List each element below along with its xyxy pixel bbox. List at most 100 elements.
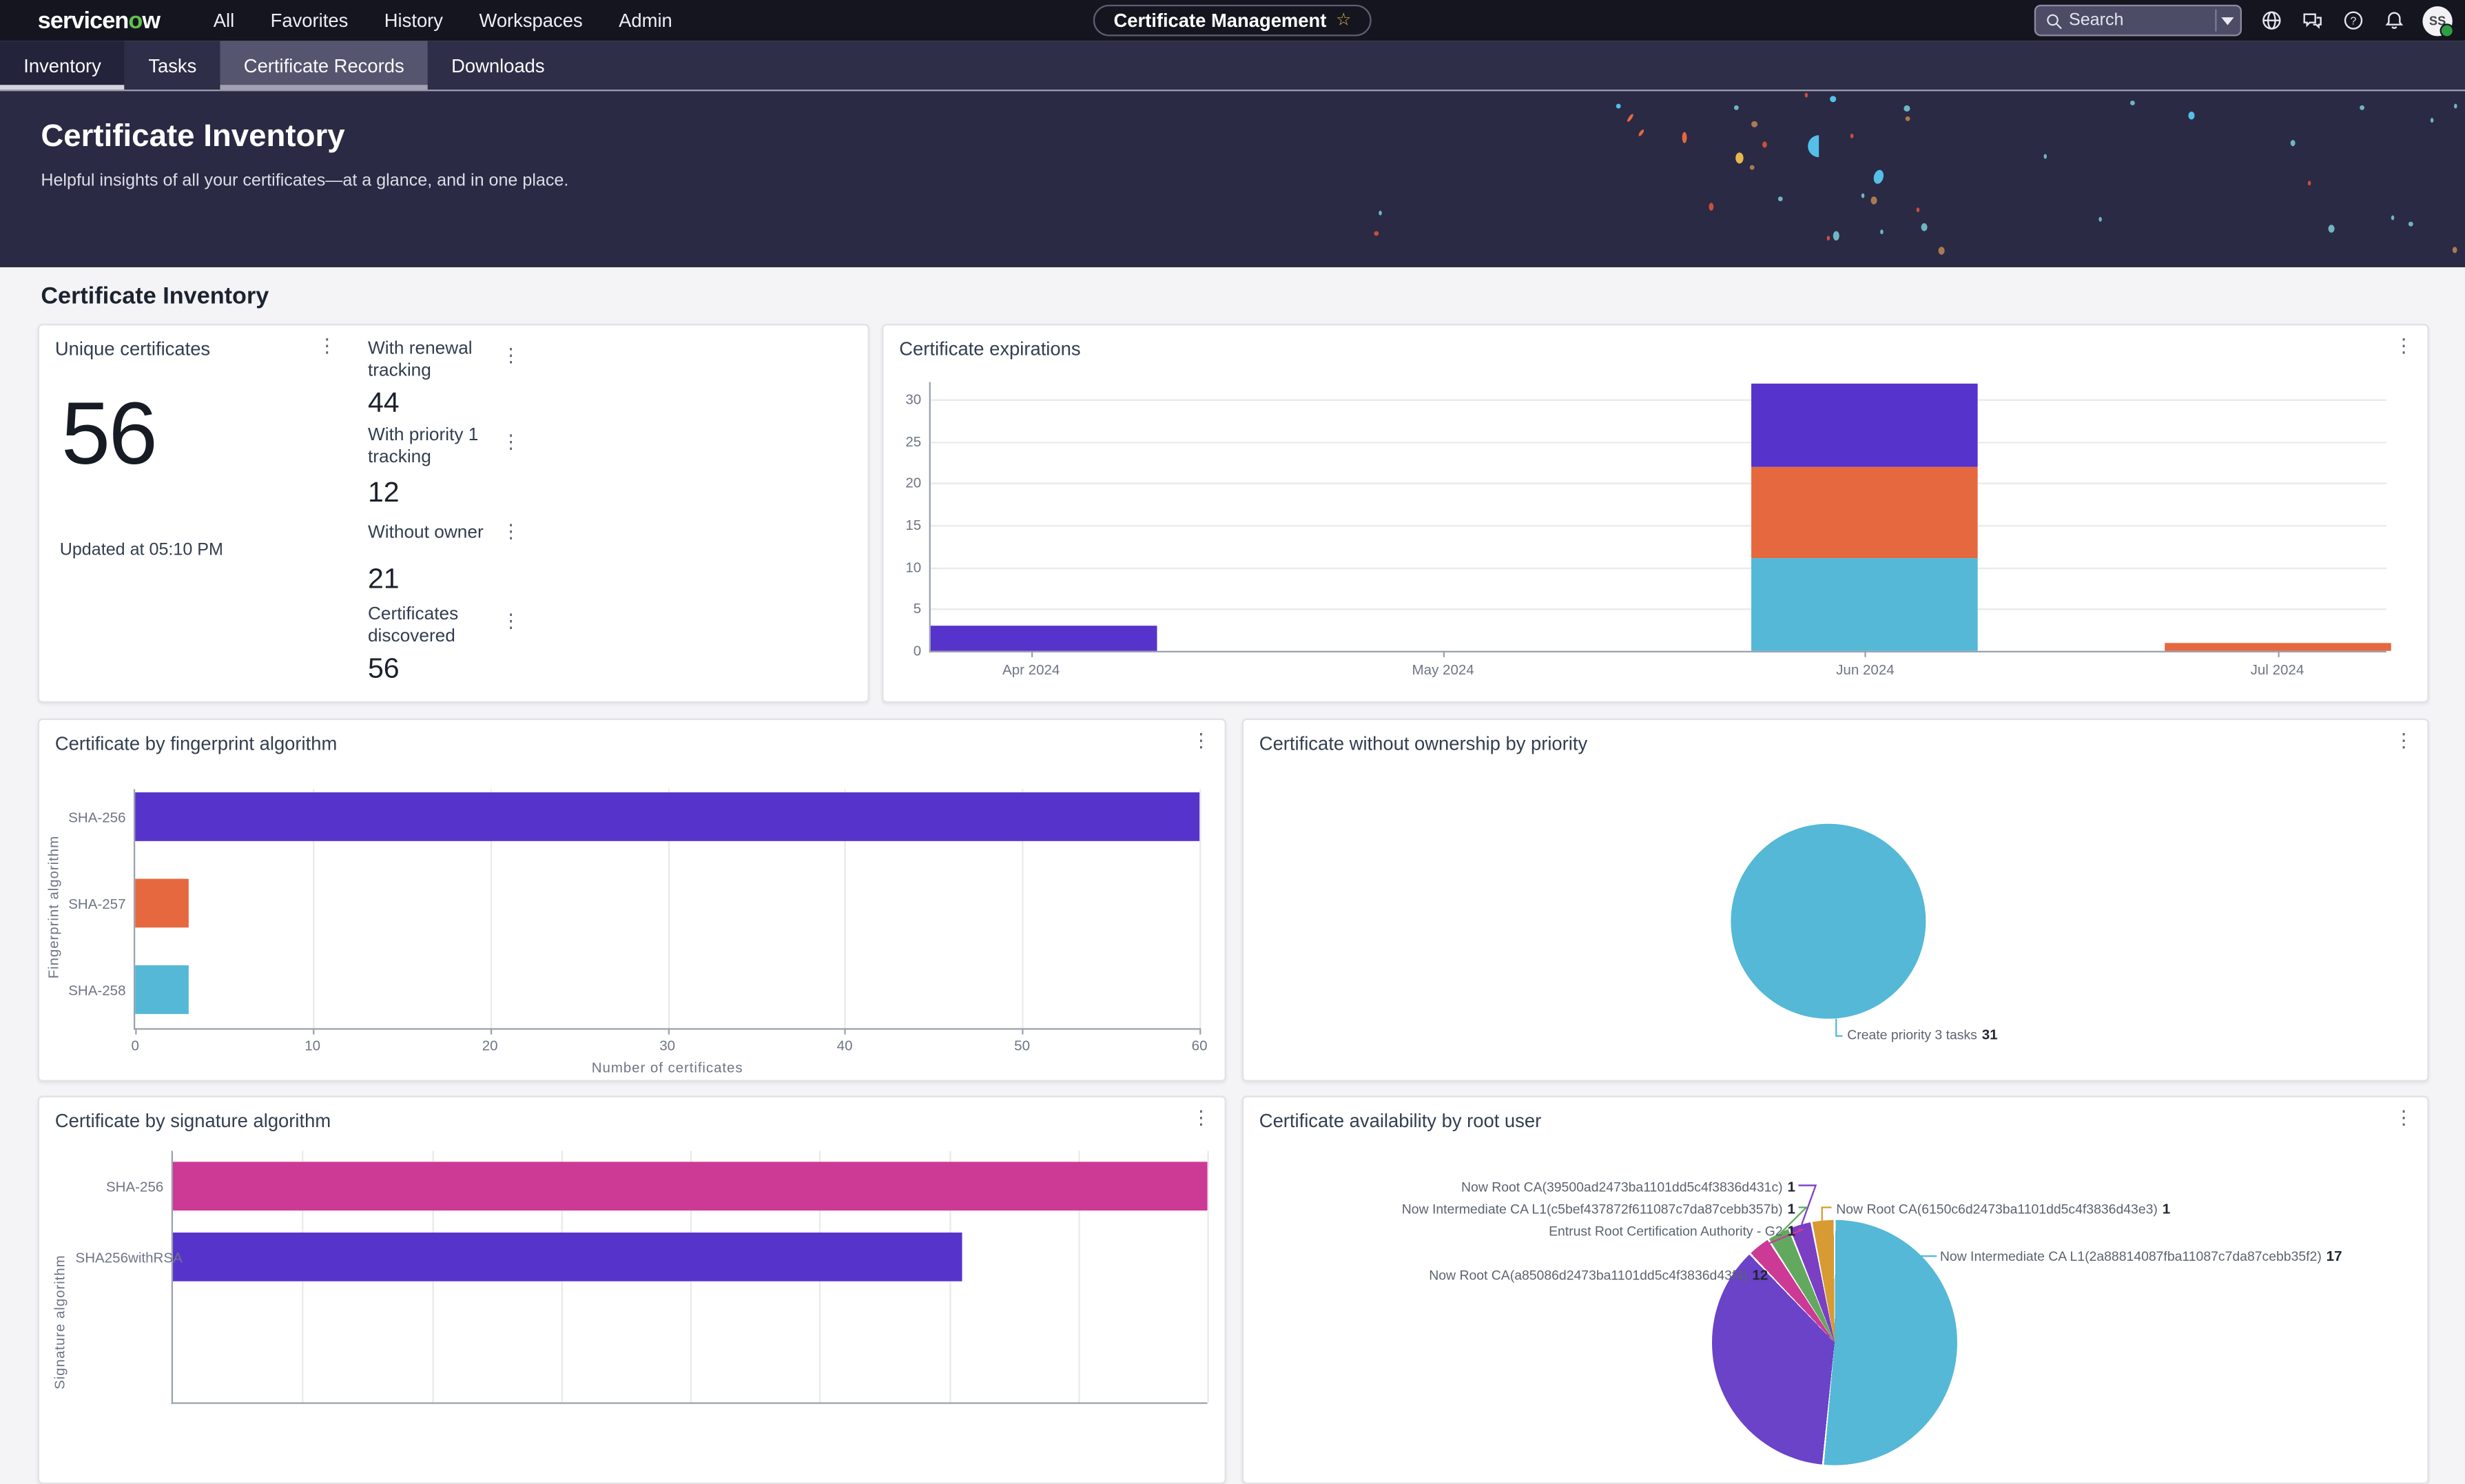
tab-inventory[interactable]: Inventory (0, 41, 125, 90)
search-icon (2042, 9, 2065, 32)
kebab-menu-icon[interactable] (2393, 335, 2415, 357)
bar-sha-257[interactable] (135, 879, 188, 928)
user-avatar[interactable]: SS (2422, 6, 2452, 35)
kebab-menu-icon[interactable] (1190, 730, 1212, 752)
decor-dot (1939, 247, 1945, 254)
decor-dot (1735, 152, 1743, 163)
logo-text: servicen (38, 7, 129, 34)
card-expirations: Certificate expirations 051015202530Apr … (882, 324, 2428, 703)
tab-tasks[interactable]: Tasks (125, 41, 220, 90)
metric-value-renewal: 44 (368, 387, 400, 420)
card-signature: Certificate by signature algorithm SHA-2… (38, 1095, 1226, 1484)
decor-dot (2360, 105, 2364, 110)
bar-sha-258[interactable] (135, 965, 188, 1014)
kebab-menu-icon[interactable] (316, 335, 338, 357)
search-scope-caret-icon[interactable] (2221, 17, 2234, 24)
kebab-menu-icon[interactable] (500, 431, 522, 453)
x-axis-category-label: May 2024 (1365, 662, 1522, 678)
decor-dot (2098, 217, 2102, 222)
card-fingerprint-plot[interactable]: 0102030405060SHA-256SHA-257SHA-258Number… (134, 790, 1199, 1030)
metric-value-priority1: 12 (368, 476, 400, 509)
card-unique-certificates: Unique certificates 56 Updated at 05:10 … (38, 324, 869, 703)
x-axis-tick (1022, 1028, 1024, 1034)
expirations-plot[interactable]: 051015202530Apr 2024May 2024Jun 2024Jul … (929, 382, 2386, 652)
x-axis-tick (490, 1028, 491, 1034)
search-input[interactable] (2065, 10, 2210, 32)
nav-item-favorites[interactable]: Favorites (271, 10, 349, 32)
favorite-star-icon[interactable]: ☆ (1336, 12, 1352, 29)
gridline (931, 609, 2386, 610)
bar-segment-jun-2024-purple[interactable] (1752, 383, 1979, 467)
tab-certificate-records[interactable]: Certificate Records (220, 41, 428, 90)
pie-slice-label: Entrust Root Certification Authority - G… (1549, 1223, 1795, 1239)
kebab-menu-icon[interactable] (500, 344, 522, 367)
nav-item-history[interactable]: History (384, 10, 443, 32)
decor-dot (2409, 222, 2413, 227)
servicenow-logo[interactable]: servicenow (38, 7, 160, 34)
x-axis-tick-label: 40 (813, 1038, 876, 1053)
hero-subtitle: Helpful insights of all your certificate… (41, 172, 568, 190)
x-axis-tick-label: 0 (104, 1038, 167, 1053)
bar-segment-jul-2024-orange[interactable] (2164, 643, 2391, 651)
decor-dot (1627, 113, 1635, 123)
y-axis-category-label: SHA-256 (76, 1178, 164, 1194)
x-axis-tick (845, 1028, 846, 1034)
current-app-pill[interactable]: Certificate Management ☆ (1093, 5, 1372, 37)
x-axis-tick-label: 20 (459, 1038, 522, 1053)
decor-dot (1778, 196, 1783, 201)
bar-sha256withrsa[interactable] (173, 1233, 962, 1281)
metric-label-without-owner: Without owner (368, 524, 500, 545)
notifications-bell-icon[interactable] (2382, 9, 2405, 32)
decor-dot (1638, 129, 1644, 137)
kebab-menu-icon[interactable] (500, 610, 522, 632)
search-divider (2215, 10, 2216, 32)
global-search[interactable] (2034, 5, 2242, 37)
root-user-pie[interactable] (1712, 1220, 1957, 1465)
decor-dot (2043, 154, 2047, 159)
x-axis-tick (1199, 1028, 1201, 1034)
bar-sha-256[interactable] (135, 792, 1199, 841)
metric-value-discovered: 56 (368, 652, 400, 686)
nav-menu: All Favorites History Workspaces Admin (214, 10, 672, 32)
ownership-pie[interactable] (1731, 824, 1926, 1019)
x-axis-title: Number of certificates (135, 1060, 1199, 1075)
help-icon[interactable]: ? (2341, 9, 2364, 32)
decor-dot (1873, 169, 1886, 185)
expirations-card-title: Certificate expirations (899, 338, 1080, 360)
gridline (1207, 1151, 1208, 1402)
nav-item-all[interactable]: All (214, 10, 234, 32)
bar-sha-256[interactable] (173, 1162, 1207, 1210)
bar-segment-jun-2024-cyan[interactable] (1752, 559, 1979, 651)
pie-slice-label: Create priority 3 tasks31 (1847, 1027, 1997, 1042)
nav-item-workspaces[interactable]: Workspaces (479, 10, 582, 32)
nav-item-admin[interactable]: Admin (619, 10, 672, 32)
decor-dot (1734, 105, 1739, 110)
kebab-menu-icon[interactable] (2393, 730, 2415, 752)
card-signature-plot[interactable]: SHA-256SHA256withRSASignature algorithm (172, 1151, 1208, 1403)
bar-segment-jun-2024-orange[interactable] (1752, 466, 1979, 559)
current-app-label: Certificate Management (1113, 10, 1326, 32)
kebab-menu-icon[interactable] (500, 520, 522, 542)
kebab-menu-icon[interactable] (2393, 1106, 2415, 1129)
ownership-card-title: Certificate without ownership by priorit… (1259, 732, 1587, 754)
page-section-title: Certificate Inventory (41, 283, 269, 310)
decor-dot (1805, 93, 1808, 98)
decor-dot (2391, 216, 2395, 220)
x-axis-category-label: Jul 2024 (2198, 662, 2355, 678)
kebab-menu-icon[interactable] (1190, 1106, 1212, 1129)
decor-dot (1833, 231, 1839, 240)
y-axis-tick-label: 0 (883, 643, 921, 659)
x-axis-category-label: Apr 2024 (953, 662, 1110, 678)
certificate-management-app: servicenow All Favorites History Workspa… (0, 0, 2465, 1278)
tab-downloads[interactable]: Downloads (428, 41, 568, 90)
decor-dot (1917, 207, 1920, 212)
unique-certificates-value: 56 (61, 382, 156, 484)
y-axis-category-label: SHA256withRSA (76, 1249, 164, 1265)
globe-icon[interactable] (2259, 9, 2282, 32)
decor-dot (1880, 229, 1884, 234)
bar-segment-apr-2024-purple[interactable] (931, 626, 1157, 650)
workspace-tab-bar: Inventory Tasks Certificate Records Down… (0, 41, 2465, 91)
decor-dot (1921, 223, 1927, 231)
x-axis-tick-label: 30 (636, 1038, 699, 1053)
chat-icon[interactable] (2300, 9, 2323, 32)
